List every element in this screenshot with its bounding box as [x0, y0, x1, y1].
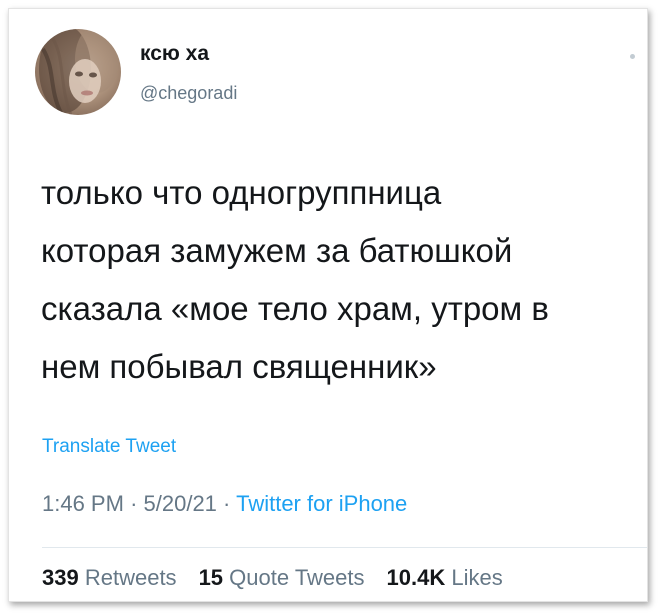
- tweet-date[interactable]: 5/20/21: [144, 491, 217, 516]
- quote-tweets-label: Quote Tweets: [229, 565, 365, 590]
- retweets-count: 339: [42, 565, 79, 590]
- author-handle[interactable]: @chegoradi: [140, 83, 237, 104]
- meta-separator: ·: [130, 491, 138, 516]
- tweet-source-link[interactable]: Twitter for iPhone: [236, 491, 407, 516]
- retweets-label: Retweets: [84, 565, 177, 590]
- divider: [42, 547, 647, 548]
- tweet-meta: 1:46 PM · 5/20/21 · Twitter for iPhone: [42, 491, 407, 517]
- retweets-stat[interactable]: 339 Retweets: [42, 565, 177, 590]
- meta-separator: ·: [223, 491, 231, 516]
- avatar[interactable]: [35, 29, 121, 115]
- quote-tweets-stat[interactable]: 15 Quote Tweets: [199, 565, 365, 590]
- quote-tweets-count: 15: [198, 565, 224, 590]
- tweet-text: только что одногруппница которая замужем…: [41, 174, 549, 385]
- author-name[interactable]: ксю ха: [140, 42, 209, 66]
- tweet-time[interactable]: 1:46 PM: [42, 491, 124, 516]
- more-options-icon[interactable]: [630, 54, 635, 59]
- likes-label: Likes: [451, 565, 503, 590]
- avatar-image: [39, 29, 119, 115]
- translate-tweet-link[interactable]: Translate Tweet: [42, 436, 176, 458]
- likes-stat[interactable]: 10.4K Likes: [387, 565, 503, 590]
- tweet-stats: 339 Retweets 15 Quote Tweets 10.4K Likes: [42, 565, 503, 591]
- tweet-card: ксю ха @chegoradi только что одногруппни…: [8, 8, 648, 602]
- likes-count: 10.4K: [386, 565, 446, 590]
